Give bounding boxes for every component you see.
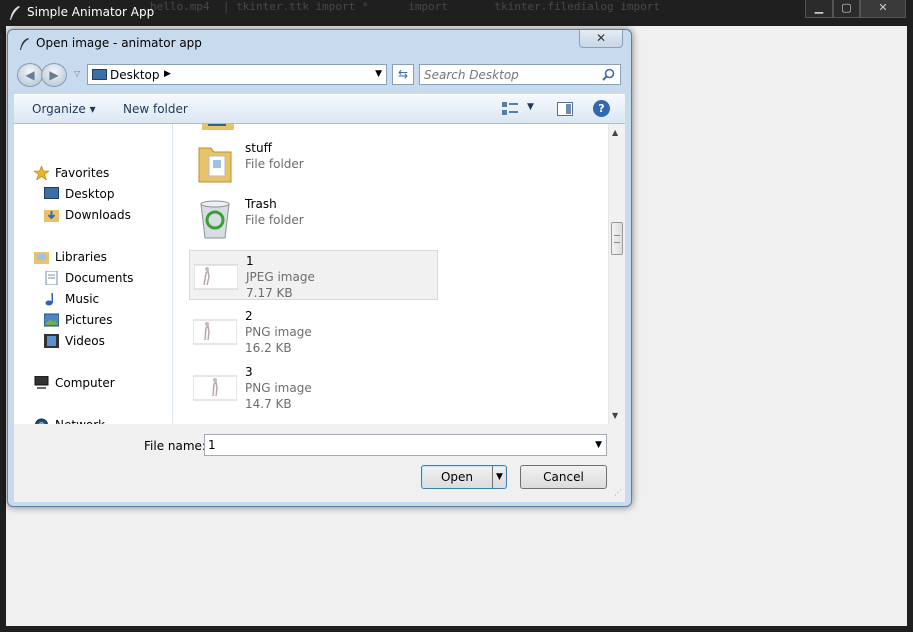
- file-name: stuff: [245, 141, 272, 155]
- list-item[interactable]: Trash File folder: [189, 194, 438, 244]
- feather-icon: [10, 6, 20, 20]
- window-border-bottom: [0, 626, 913, 632]
- desktop-icon: [92, 69, 107, 80]
- videos-icon: [44, 334, 59, 348]
- search-icon[interactable]: [602, 68, 615, 81]
- desktop-icon: [44, 187, 59, 199]
- search-box[interactable]: [419, 64, 621, 85]
- list-item-selected[interactable]: 1 JPEG image 7.17 KB: [189, 250, 438, 300]
- nav-videos-label: Videos: [65, 334, 105, 348]
- file-type: JPEG image: [246, 270, 315, 284]
- open-button-divider: [492, 466, 493, 488]
- minimize-button[interactable]: ▁: [805, 0, 833, 18]
- app-titlebar: hello.mp4 | tkinter.ttk import * import …: [0, 0, 913, 26]
- dialog-body: Favorites Desktop Downloads Libraries Do…: [14, 124, 625, 432]
- view-dropdown-icon[interactable]: ▼: [527, 102, 534, 112]
- nav-desktop-label: Desktop: [65, 187, 115, 201]
- file-name: 1: [246, 254, 254, 268]
- navigation-bar: ◀ ▶ ▽ Desktop ▶ ▼ ⇆: [13, 60, 626, 90]
- address-location[interactable]: Desktop: [110, 68, 160, 82]
- help-icon[interactable]: ?: [593, 100, 610, 117]
- nav-libraries-label: Libraries: [55, 250, 107, 264]
- app-title: Simple Animator App: [27, 5, 155, 19]
- recent-locations-dropdown[interactable]: ▽: [74, 69, 80, 78]
- organize-menu-button[interactable]: Organize ▾: [32, 102, 96, 116]
- recycle-bin-icon: [200, 200, 230, 239]
- list-item[interactable]: 2 PNG image 16.2 KB: [189, 306, 438, 356]
- forward-arrow-icon: ▶: [49, 68, 59, 82]
- close-button[interactable]: ✕: [860, 0, 906, 18]
- documents-icon: [45, 271, 58, 285]
- folder-icon: [198, 147, 232, 183]
- scrollbar-thumb[interactable]: [611, 222, 623, 255]
- file-type: File folder: [245, 157, 304, 171]
- back-arrow-icon: ◀: [25, 68, 35, 82]
- preview-pane-icon[interactable]: [557, 102, 573, 116]
- refresh-button[interactable]: ⇆: [392, 64, 414, 85]
- list-item[interactable]: stuff File folder: [189, 138, 438, 188]
- scroll-down-icon[interactable]: ▼: [612, 411, 618, 420]
- downloads-folder-icon: [44, 210, 59, 222]
- file-name: 3: [245, 365, 253, 379]
- file-name: Trash: [245, 197, 277, 211]
- forward-button[interactable]: ▶: [41, 63, 67, 87]
- computer-icon: [34, 376, 49, 389]
- file-size: 14.7 KB: [245, 397, 292, 411]
- dialog-footer: File name: ▼ Open ▼ Cancel ⋰: [14, 424, 625, 502]
- file-type: PNG image: [245, 325, 312, 339]
- file-size: 16.2 KB: [245, 341, 292, 355]
- file-name: 2: [245, 309, 253, 323]
- new-folder-button[interactable]: New folder: [123, 102, 188, 116]
- history-buttons: ◀ ▶: [17, 63, 73, 87]
- star-icon: [34, 166, 49, 180]
- file-list-scrollbar[interactable]: ▲ ▼: [608, 124, 625, 424]
- window-border-left: [0, 26, 6, 632]
- maximize-button[interactable]: ▢: [833, 0, 860, 18]
- libraries-icon: [34, 252, 49, 264]
- breadcrumb-arrow-icon[interactable]: ▶: [164, 69, 171, 79]
- dialog-title: Open image - animator app: [36, 36, 202, 50]
- nav-pictures-label: Pictures: [65, 313, 113, 327]
- address-bar[interactable]: Desktop ▶ ▼: [87, 64, 387, 85]
- file-name-input[interactable]: [208, 437, 578, 453]
- pictures-icon: [44, 313, 59, 327]
- nav-favorites-label: Favorites: [55, 166, 110, 180]
- file-type: PNG image: [245, 381, 312, 395]
- cancel-button[interactable]: Cancel: [520, 465, 607, 489]
- nav-computer-label: Computer: [55, 376, 115, 390]
- background-code-text: hello.mp4 | tkinter.ttk import * import …: [150, 0, 660, 13]
- image-thumbnail: [193, 375, 237, 401]
- file-list: stuff File folder Trash File folder 1 JP…: [174, 124, 608, 424]
- nav-downloads-label: Downloads: [65, 208, 131, 222]
- list-item[interactable]: 3 PNG image 14.7 KB: [189, 362, 438, 412]
- partial-folder-icon: [202, 124, 234, 130]
- window-border-right: [907, 26, 913, 632]
- open-button-label: Open: [440, 470, 474, 484]
- file-size: 7.17 KB: [246, 286, 293, 300]
- music-icon: [45, 293, 53, 306]
- image-thumbnail: [193, 319, 237, 345]
- dialog-close-button[interactable]: ✕: [579, 30, 623, 48]
- address-dropdown-icon[interactable]: ▼: [375, 69, 382, 79]
- search-input[interactable]: [424, 66, 594, 83]
- nav-documents-label: Documents: [65, 271, 134, 285]
- back-button[interactable]: ◀: [17, 63, 43, 87]
- nav-music-label: Music: [65, 292, 100, 306]
- resize-grip[interactable]: ⋰: [614, 488, 624, 498]
- open-dropdown-icon[interactable]: ▼: [496, 466, 503, 488]
- view-options-icon[interactable]: [502, 102, 518, 116]
- refresh-icon: ⇆: [397, 67, 409, 81]
- file-name-label: File name:: [144, 439, 206, 453]
- file-name-dropdown-icon[interactable]: ▼: [595, 440, 602, 450]
- image-thumbnail: [194, 264, 238, 290]
- file-type: File folder: [245, 213, 304, 227]
- feather-icon: [20, 38, 29, 50]
- navigation-pane: Favorites Desktop Downloads Libraries Do…: [14, 124, 173, 432]
- open-button[interactable]: Open ▼: [421, 465, 507, 489]
- open-file-dialog: Open image - animator app ✕ ◀ ▶ ▽ Deskto…: [7, 29, 632, 507]
- file-name-combobox[interactable]: ▼: [204, 434, 607, 456]
- command-toolbar: Organize ▾ New folder ▼ ?: [14, 94, 625, 124]
- scroll-up-icon[interactable]: ▲: [612, 128, 618, 137]
